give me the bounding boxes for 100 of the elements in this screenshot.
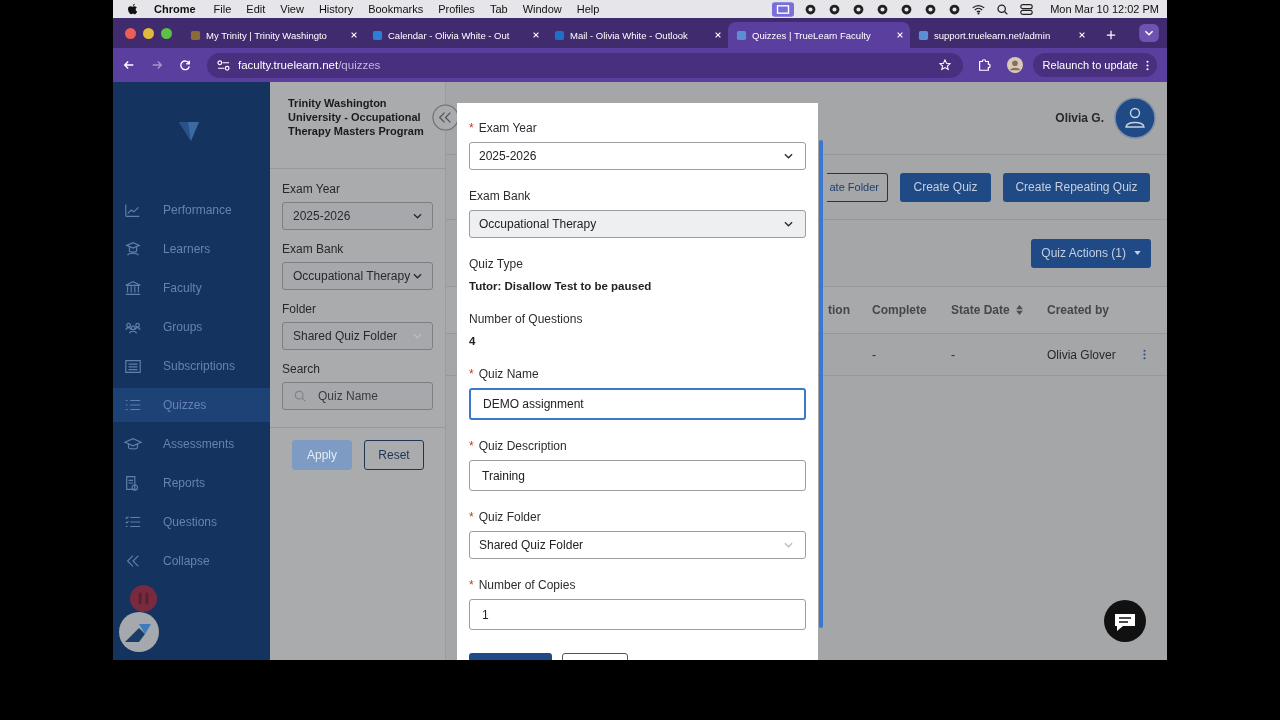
status-icon[interactable] [828, 2, 842, 16]
text-field[interactable]: DEMO assignment [469, 388, 806, 420]
chevron-down-icon [413, 273, 422, 279]
menu-bar-clock[interactable]: Mon Mar 10 12:02 PM [1050, 3, 1159, 15]
select-field[interactable]: 2025-2026 [469, 142, 806, 170]
menu-item[interactable]: Bookmarks [368, 3, 424, 15]
collapse-panel-icon[interactable] [432, 104, 459, 131]
close-icon[interactable] [1078, 31, 1086, 39]
apple-icon[interactable] [127, 3, 138, 15]
menu-item[interactable]: Edit [246, 3, 266, 15]
field-label: Quiz Folder [478, 510, 541, 524]
maximize-window-icon[interactable] [161, 27, 172, 39]
screen-record-icon[interactable] [772, 1, 795, 17]
address-field[interactable]: faculty.truelearn.net/quizzes [207, 52, 963, 78]
program-title: Trinity Washington University - Occupational Therapy Masters Program [288, 96, 425, 138]
bookmark-star-icon[interactable] [938, 59, 951, 71]
menu-item-icon [123, 240, 143, 258]
table-cell-text: Olivia Glover [1047, 347, 1117, 362]
field-label: Number of Questions [469, 312, 583, 326]
reload-icon[interactable] [179, 59, 191, 71]
favicon-icon [918, 29, 929, 41]
favicon-icon [190, 29, 201, 41]
back-icon[interactable] [123, 59, 135, 71]
menu-item[interactable]: View [280, 3, 304, 15]
scrollbar-thumb[interactable] [819, 140, 823, 628]
select-field[interactable]: Occupational Therapy [282, 262, 433, 290]
relaunch-button[interactable]: Relaunch to update [1032, 53, 1157, 77]
select-field[interactable]: Shared Quiz Folder [282, 322, 433, 350]
required-mark: * [469, 121, 474, 135]
field-label: Quiz Name [478, 367, 539, 381]
status-icon[interactable] [852, 2, 866, 16]
field-value: Tutor: Disallow Test to be paused [469, 280, 653, 292]
new-tab-icon[interactable] [1106, 30, 1116, 40]
menu-item[interactable]: Tab [489, 3, 508, 15]
column-header[interactable]: tion [828, 303, 872, 317]
column-header[interactable]: Complete [872, 303, 951, 317]
menu-item-icon [123, 279, 143, 297]
site-settings-icon[interactable] [217, 59, 230, 71]
menu-item-icon [123, 435, 143, 453]
filter-button[interactable]: Reset [364, 440, 424, 470]
wifi-icon[interactable] [972, 2, 986, 16]
field-label: Quiz Description [478, 439, 567, 453]
close-icon[interactable] [714, 31, 722, 39]
action-button[interactable]: Create Quiz [900, 172, 991, 202]
control-center-icon[interactable] [1020, 2, 1034, 16]
close-icon[interactable] [532, 31, 540, 39]
favicon-icon [372, 29, 383, 41]
app-logo-icon[interactable] [119, 612, 159, 652]
search-icon[interactable] [996, 2, 1010, 16]
browser-tab[interactable]: Quizzes | TrueLearn Faculty [728, 22, 910, 48]
close-window-icon[interactable] [125, 27, 136, 39]
menu-item[interactable]: Window [522, 3, 562, 15]
status-icon[interactable] [948, 2, 962, 16]
close-icon[interactable] [350, 31, 358, 39]
user-name: Olivia G. [1055, 111, 1104, 125]
field-label: Exam Year [282, 182, 342, 196]
text-field[interactable]: Training [469, 460, 806, 491]
profile-avatar-icon[interactable] [1006, 57, 1023, 73]
field-label: Exam Year [478, 121, 537, 135]
status-icon[interactable] [900, 2, 914, 16]
select-field[interactable]: Shared Quiz Folder [469, 531, 806, 559]
menu-item[interactable]: History [318, 3, 354, 15]
browser-tab[interactable]: My Trinity | Trinity Washingto [182, 22, 364, 48]
text-field[interactable]: 1 [469, 599, 806, 630]
column-header[interactable]: Created by [1047, 303, 1143, 317]
field-label: Quiz Type [469, 257, 523, 271]
action-button[interactable]: Create Repeating Quiz [1003, 172, 1150, 202]
browser-tab[interactable]: support.truelearn.net/admin [910, 22, 1092, 48]
search-icon [294, 390, 306, 402]
close-icon[interactable] [896, 31, 904, 39]
field-label: Search [282, 362, 322, 376]
user-avatar-icon[interactable] [1114, 97, 1156, 139]
select-field[interactable]: 2025-2026 [282, 202, 433, 230]
status-icon[interactable] [876, 2, 890, 16]
field-label: Number of Copies [478, 578, 576, 592]
chat-icon[interactable] [1104, 600, 1146, 642]
logo-icon [177, 119, 201, 143]
browser-tab[interactable]: Mail - Olivia White - Outlook [546, 22, 728, 48]
column-header[interactable]: State Date [951, 303, 1047, 317]
extensions-icon[interactable] [976, 58, 991, 72]
favicon-icon [736, 29, 747, 41]
menu-app-name[interactable]: Chrome [154, 3, 196, 15]
more-icon [1146, 59, 1149, 71]
menu-item-icon [123, 357, 143, 375]
tab-list-icon[interactable] [1139, 24, 1159, 42]
forward-icon[interactable] [151, 59, 163, 71]
field-label: Folder [282, 302, 317, 316]
field-value: 4 [469, 335, 477, 347]
kebab-menu-icon[interactable] [1143, 349, 1146, 360]
menu-item[interactable]: Profiles [438, 3, 475, 15]
menu-item[interactable]: File [213, 3, 232, 15]
required-mark: * [469, 578, 474, 592]
status-icon[interactable] [924, 2, 938, 16]
search-field[interactable]: Quiz Name [282, 382, 433, 410]
browser-tab[interactable]: Calendar - Olivia White - Out [364, 22, 546, 48]
action-button[interactable]: ate Folder [827, 172, 888, 202]
minimize-window-icon[interactable] [143, 27, 154, 39]
status-icon[interactable] [804, 2, 818, 16]
menu-item[interactable]: Help [576, 3, 600, 15]
quiz-actions-button[interactable]: Quiz Actions (1) [1031, 238, 1151, 268]
